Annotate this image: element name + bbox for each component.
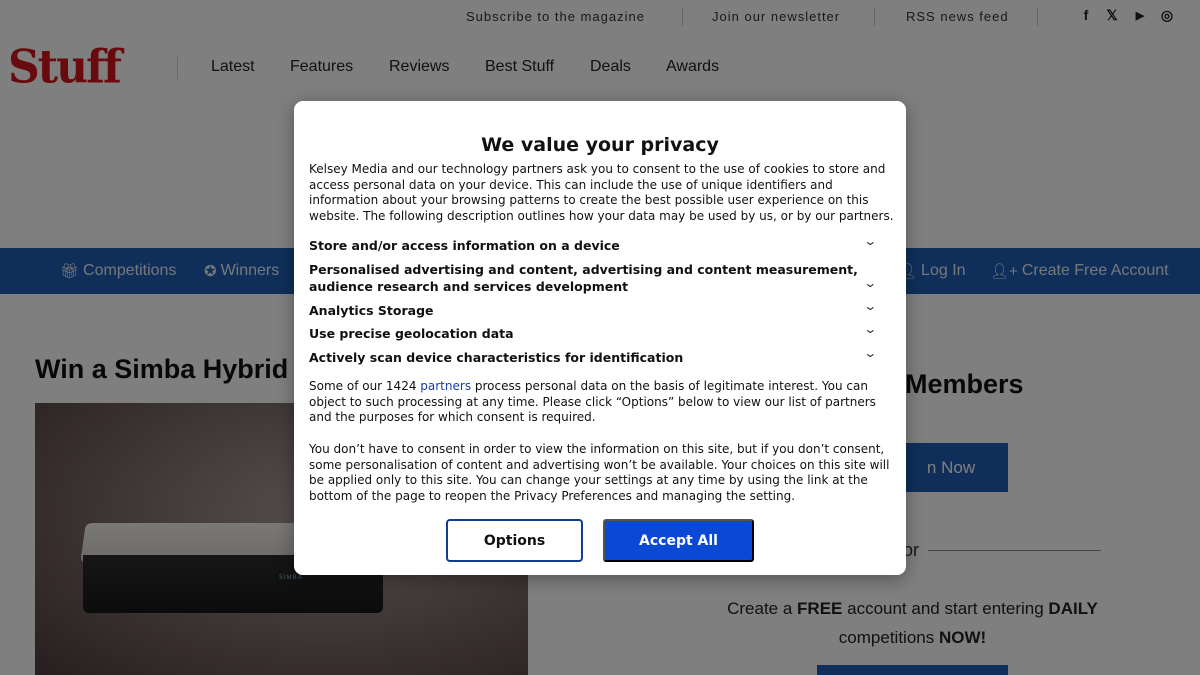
chevron-down-icon[interactable]: ⌄ — [863, 322, 883, 336]
dialog-title: We value your privacy — [481, 134, 719, 156]
purpose-item[interactable]: Use precise geolocation data — [309, 325, 869, 342]
consent-text: You don’t have to consent in order to vi… — [309, 442, 890, 503]
purpose-item[interactable]: Personalised advertising and content, ad… — [309, 261, 859, 295]
purpose-item[interactable]: Actively scan device characteristics for… — [309, 349, 869, 366]
chevron-down-icon[interactable]: ⌄ — [863, 234, 883, 248]
chevron-down-icon[interactable]: ⌄ — [863, 346, 883, 360]
options-button[interactable]: Options — [446, 519, 583, 562]
partners-link[interactable]: partners — [420, 379, 471, 393]
accept-all-button[interactable]: Accept All — [603, 519, 754, 562]
purpose-item[interactable]: Store and/or access information on a dev… — [309, 237, 869, 254]
privacy-dialog: We value your privacy Kelsey Media and o… — [294, 101, 906, 575]
chevron-down-icon[interactable]: ⌄ — [863, 299, 883, 313]
legitimate-interest-text: Some of our 1424 partners process person… — [309, 379, 876, 424]
dialog-intro: Kelsey Media and our technology partners… — [309, 162, 894, 223]
chevron-down-icon[interactable]: ⌄ — [863, 276, 883, 290]
purpose-item[interactable]: Analytics Storage — [309, 302, 869, 319]
